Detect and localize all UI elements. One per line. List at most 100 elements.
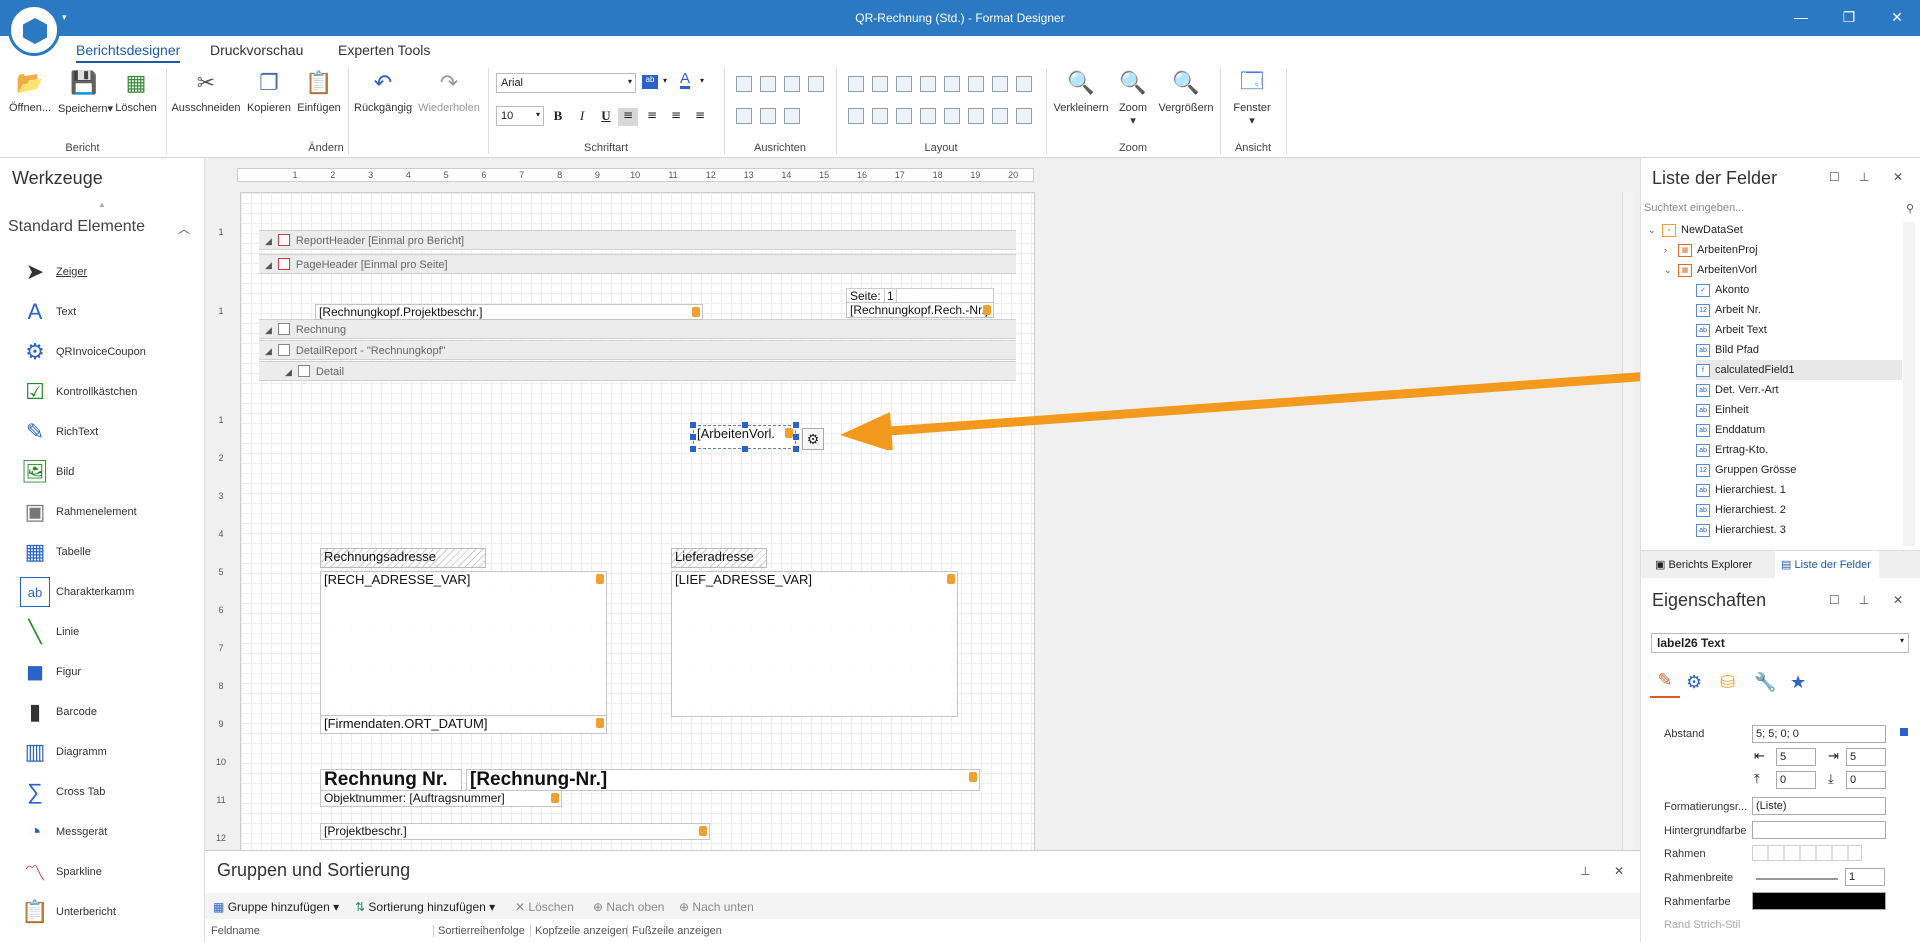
minimize-button[interactable]: — bbox=[1786, 9, 1816, 25]
layout-spacing-icon[interactable] bbox=[920, 108, 936, 124]
padding-bottom-input[interactable]: 0 bbox=[1846, 771, 1886, 789]
toolbox-item-bild[interactable]: 🖼 Bild bbox=[20, 454, 200, 490]
align-bottom-icon[interactable] bbox=[784, 108, 800, 124]
toolbox-item-tabelle[interactable]: ▦ Tabelle bbox=[20, 534, 200, 570]
border-sides-selector[interactable] bbox=[1752, 845, 1862, 861]
chevron-up-icon[interactable]: ︿ bbox=[178, 220, 190, 237]
cut-button[interactable]: ✂ Ausschneiden bbox=[170, 68, 242, 114]
scroll-up-icon[interactable]: ▲ bbox=[98, 200, 106, 209]
fieldlist-node[interactable]: ab Det. Verr.-Art bbox=[1696, 380, 1902, 400]
fieldlist-node[interactable]: ab Enddatum bbox=[1696, 420, 1902, 440]
band-detailreport[interactable]: ◢ DetailReport - "Rechnungkopf" bbox=[259, 340, 1016, 360]
fieldlist-node[interactable]: ab Einheit bbox=[1696, 400, 1902, 420]
quick-access-dropdown-icon[interactable]: ▾ bbox=[62, 12, 67, 23]
add-sort-button[interactable]: ⇅ Sortierung hinzufügen ▾ bbox=[355, 900, 495, 914]
padding-top-input[interactable]: 0 bbox=[1776, 771, 1816, 789]
layout-align-icon[interactable] bbox=[968, 76, 984, 92]
align-top-center-icon[interactable] bbox=[760, 76, 776, 92]
column-header[interactable]: Feldname bbox=[207, 925, 260, 937]
collapse-icon[interactable]: ◢ bbox=[285, 367, 292, 378]
collapse-icon[interactable]: ◢ bbox=[265, 346, 272, 357]
move-up-button[interactable]: ⊕ Nach oben bbox=[593, 900, 664, 914]
resize-handle[interactable] bbox=[793, 422, 799, 428]
tab-druckvorschau[interactable]: Druckvorschau bbox=[210, 42, 303, 58]
fieldlist-node[interactable]: ⌄ ▪ NewDataSet bbox=[1648, 220, 1902, 240]
toolbox-item-text[interactable]: A Text bbox=[20, 294, 200, 330]
field-ort-datum[interactable]: [Firmendaten.ORT_DATUM] bbox=[320, 715, 607, 734]
fieldlist-search-input[interactable]: Suchtext eingeben... bbox=[1641, 200, 1915, 218]
toolbox-category-header[interactable]: Standard Elemente bbox=[8, 218, 145, 236]
layout-spacing-icon[interactable] bbox=[872, 108, 888, 124]
layout-spacing-icon[interactable] bbox=[944, 108, 960, 124]
bring-to-front-icon[interactable] bbox=[992, 108, 1008, 124]
italic-button[interactable]: I bbox=[572, 108, 592, 126]
formatierung-input[interactable]: (Liste) bbox=[1752, 797, 1886, 815]
toolbox-item-diagramm[interactable]: ▥ Diagramm bbox=[20, 734, 200, 770]
pin-icon[interactable]: ⊥ bbox=[1859, 593, 1869, 607]
design-wrench-icon[interactable]: 🔧 bbox=[1754, 672, 1776, 693]
toolbox-item-unterbericht[interactable]: 📋 Unterbericht bbox=[20, 894, 200, 930]
font-name-select[interactable]: Arial ▾ bbox=[496, 73, 636, 93]
collapse-icon[interactable]: ◢ bbox=[265, 260, 272, 271]
fieldlist-node[interactable]: ab Hierarchiest. 2 bbox=[1696, 500, 1902, 520]
column-header[interactable]: Sortierreihenfolge bbox=[433, 925, 525, 937]
window-button[interactable]: 🗔 Fenster ▾ bbox=[1228, 68, 1276, 127]
maximize-icon[interactable]: ☐ bbox=[1829, 593, 1840, 607]
background-color-picker[interactable] bbox=[1752, 821, 1886, 839]
fieldlist-node[interactable]: ✓ Akonto bbox=[1696, 280, 1902, 300]
resize-handle[interactable] bbox=[690, 422, 696, 428]
underline-button[interactable]: U bbox=[596, 108, 616, 126]
layout-align-icon[interactable] bbox=[920, 76, 936, 92]
field-rech-adresse[interactable]: [RECH_ADRESSE_VAR] bbox=[320, 571, 607, 717]
band-reportheader[interactable]: ◢ ReportHeader [Einmal pro Bericht] bbox=[259, 230, 1016, 250]
toolbox-item-kontrollk-stchen[interactable]: ☑ Kontrollkästchen bbox=[20, 374, 200, 410]
tab-berichtsdesigner[interactable]: Berichtsdesigner bbox=[76, 42, 181, 63]
fieldlist-node[interactable]: 12 Gruppen Grösse bbox=[1696, 460, 1902, 480]
align-top-icon[interactable] bbox=[808, 76, 824, 92]
resize-handle[interactable] bbox=[742, 446, 748, 452]
toolbox-item-cross-tab[interactable]: ∑ Cross Tab bbox=[20, 774, 200, 810]
resize-handle[interactable] bbox=[793, 446, 799, 452]
close-icon[interactable]: ✕ bbox=[1614, 864, 1624, 878]
padding-right-input[interactable]: 5 bbox=[1846, 748, 1886, 766]
fieldlist-node[interactable]: ab Arbeit Text bbox=[1696, 320, 1902, 340]
border-color-picker[interactable] bbox=[1752, 892, 1886, 910]
layout-align-icon[interactable] bbox=[896, 76, 912, 92]
border-width-input[interactable]: 1 bbox=[1845, 868, 1885, 886]
fieldlist-node[interactable]: ab Bild Pfad bbox=[1696, 340, 1902, 360]
column-header[interactable]: Kopfzeile anzeigen bbox=[530, 925, 628, 937]
resize-handle[interactable] bbox=[690, 434, 696, 440]
layout-align-icon[interactable] bbox=[872, 76, 888, 92]
fieldlist-node[interactable]: ⌄ ▦ ArbeitenVorl bbox=[1664, 260, 1902, 280]
maximize-icon[interactable]: ☐ bbox=[1829, 170, 1840, 184]
font-size-select[interactable]: 10 ▾ bbox=[496, 106, 544, 126]
fieldlist-scrollbar[interactable] bbox=[1903, 222, 1915, 546]
field-objektnummer[interactable]: Objektnummer: [Auftragsnummer] bbox=[320, 790, 562, 807]
chevron-down-icon[interactable]: ▾ bbox=[663, 76, 667, 85]
open-button[interactable]: 📂 Öffnen... bbox=[6, 68, 54, 114]
band-rechnung[interactable]: ◢ Rechnung bbox=[259, 319, 1016, 339]
align-left-icon[interactable]: ≡ bbox=[618, 108, 638, 126]
align-right-icon[interactable]: ≡ bbox=[666, 108, 686, 126]
resize-handle[interactable] bbox=[690, 446, 696, 452]
fieldlist-node[interactable]: ab Ertrag-Kto. bbox=[1696, 440, 1902, 460]
toolbox-item-linie[interactable]: ╲ Linie bbox=[20, 614, 200, 650]
delete-report-button[interactable]: ▦ Löschen bbox=[114, 68, 158, 114]
fieldlist-node[interactable]: ab Hierarchiest. 1 bbox=[1696, 480, 1902, 500]
layout-align-icon[interactable] bbox=[944, 76, 960, 92]
fieldlist-node[interactable]: 12 Arbeit Nr. bbox=[1696, 300, 1902, 320]
label-rechnung-nr[interactable]: Rechnung Nr. bbox=[320, 769, 462, 791]
field-lief-adresse[interactable]: [LIEF_ADRESSE_VAR] bbox=[671, 571, 958, 717]
layout-align-icon[interactable] bbox=[992, 76, 1008, 92]
label-rechnungsadresse[interactable]: Rechnungsadresse bbox=[320, 548, 486, 568]
layout-center-icon[interactable] bbox=[968, 108, 984, 124]
align-bottom-left-icon[interactable] bbox=[736, 108, 752, 124]
fieldlist-node[interactable]: › ▦ ArbeitenProj bbox=[1664, 240, 1902, 260]
selected-control-combo[interactable]: label26 Text ▾ bbox=[1651, 633, 1909, 653]
pin-icon[interactable]: ⊥ bbox=[1859, 170, 1869, 184]
delete-group-button[interactable]: ✕ Löschen bbox=[515, 900, 574, 914]
field-projektbeschr[interactable]: [Projektbeschr.] bbox=[320, 823, 710, 840]
send-to-back-icon[interactable] bbox=[1016, 108, 1032, 124]
data-database-icon[interactable]: ⛁ bbox=[1720, 672, 1735, 693]
field-projektbeschr-header[interactable]: [Rechnungkopf.Projektbeschr.] bbox=[315, 304, 703, 320]
